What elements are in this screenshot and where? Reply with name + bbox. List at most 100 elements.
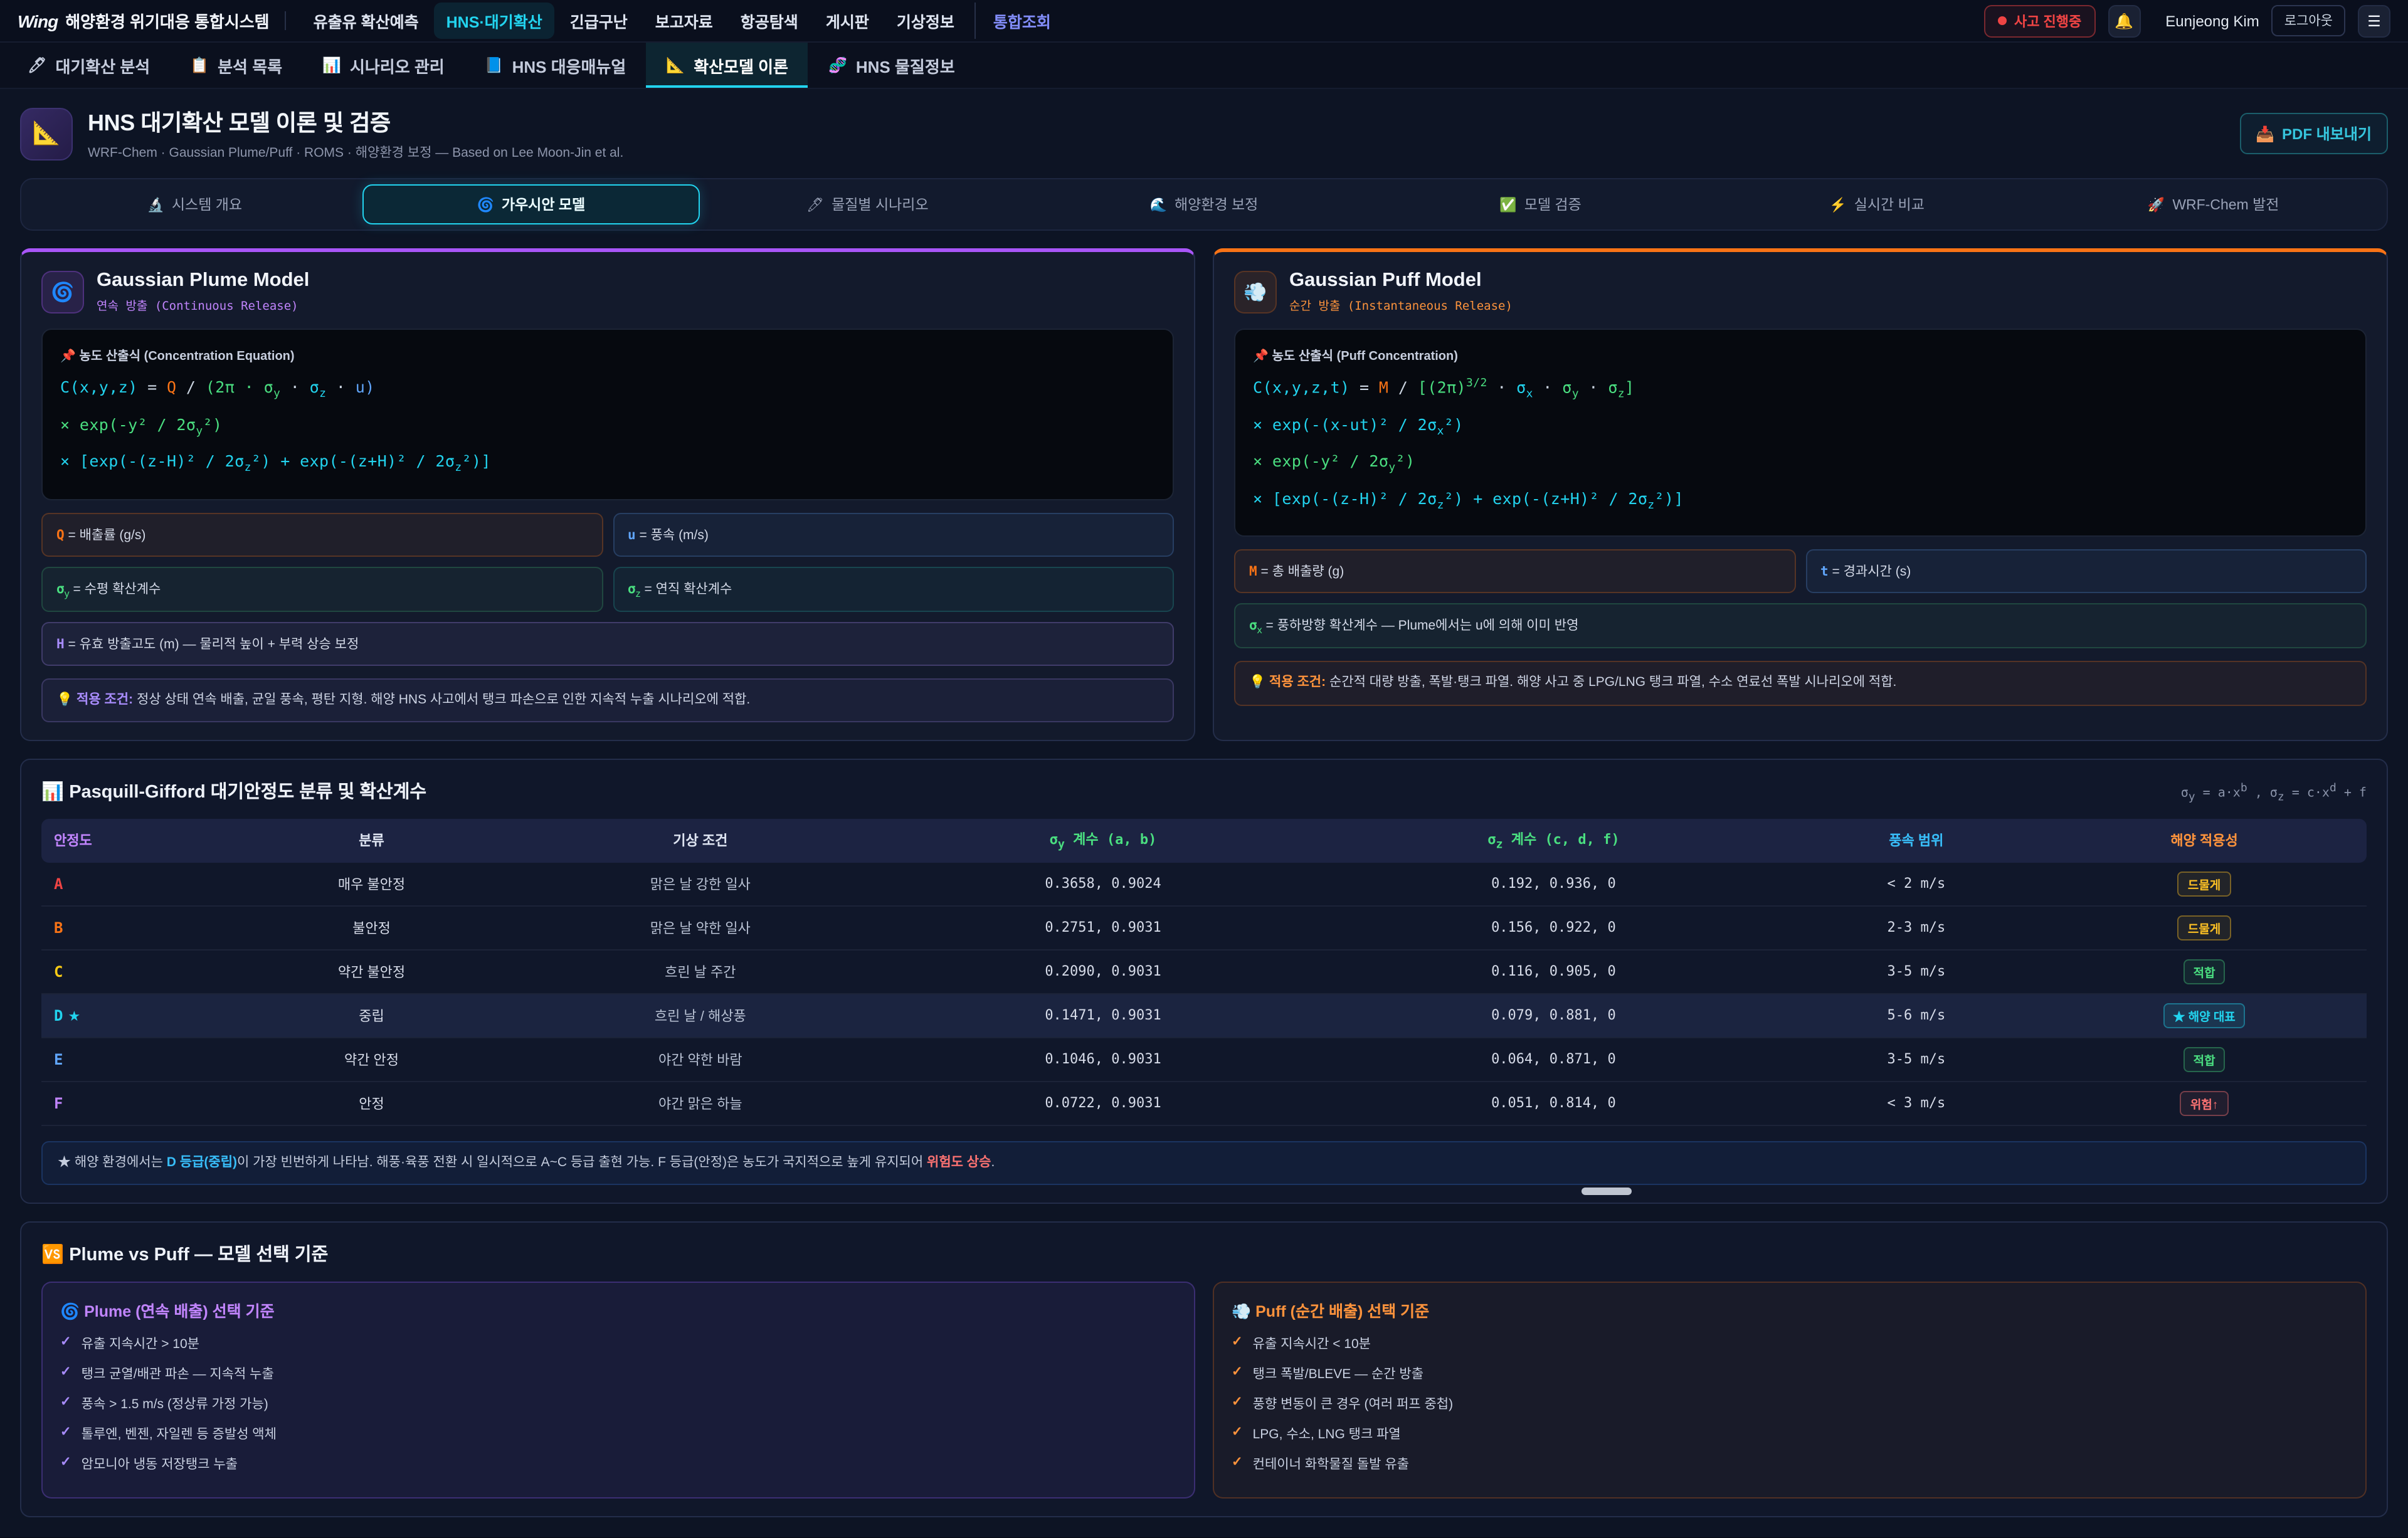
stability-class-cell: B: [41, 905, 232, 949]
nav-item-항공탐색[interactable]: 항공탐색: [728, 3, 811, 39]
section-tab-실시간 비교[interactable]: ⚡실시간 비교: [1709, 184, 2046, 224]
parameter-description: = 배출률 (g/s): [65, 527, 146, 542]
check-icon: ✓: [1232, 1365, 1243, 1384]
puff-titles: Gaussian Puff Model 순간 방출 (Instantaneous…: [1289, 270, 1513, 313]
stability-table-footnote: ★ 해양 환경에서는 D 등급(중립)이 가장 빈번하게 나타남. 해풍·육풍 …: [41, 1140, 2367, 1186]
plume-criteria-item: ✓암모니아 냉동 저장탱크 누출: [60, 1455, 1176, 1474]
section-tab-label: 물질별 시나리오: [832, 194, 929, 214]
logout-button[interactable]: 로그아웃: [2272, 5, 2345, 36]
text-segment: M: [1379, 377, 1388, 396]
subtab-icon: 📊: [322, 56, 341, 74]
plume-criteria-text: 탱크 균열/배관 파손 — 지속적 누출: [82, 1365, 274, 1384]
puff-param-M: M = 총 배출량 (g): [1234, 549, 1795, 593]
text-segment: σ: [264, 377, 273, 396]
pdf-export-button[interactable]: 📥 PDF 내보내기: [2239, 113, 2388, 154]
sigma-z-cell: 0.192, 0.936, 0: [1316, 862, 1790, 905]
text-segment: ]: [1625, 377, 1634, 396]
plume-criteria-title-text: Plume (연속 배출) 선택 기준: [84, 1304, 274, 1321]
section-tab-WRF-Chem 발전[interactable]: 🚀WRF-Chem 발전: [2045, 184, 2382, 224]
text-segment: × [exp(-(z-H)² / 2σ: [60, 451, 245, 470]
nav-item-보고자료[interactable]: 보고자료: [643, 3, 726, 39]
notifications-button[interactable]: 🔔: [2108, 4, 2140, 37]
sigma-formula-note: σy = a·xb , σz = c·xd + f: [2181, 782, 2367, 804]
puff-criteria-text: LPG, 수소, LNG 탱크 파열: [1253, 1425, 1401, 1444]
weather-cell: 야간 약한 바람: [511, 1037, 890, 1081]
text-segment: σ: [2181, 787, 2189, 801]
subtab-icon: 🧬: [828, 56, 847, 74]
marine-applicability-cell: ★ 해양 대표: [2042, 993, 2367, 1037]
incident-badge-label: 사고 진행중: [2014, 11, 2081, 31]
subtab-확산모델 이론[interactable]: 📐확산모델 이론: [646, 43, 808, 88]
puff-equation-block: 📌 농도 산출식 (Puff Concentration) C(x,y,z,t)…: [1234, 329, 2367, 537]
nav-item-긴급구난[interactable]: 긴급구난: [557, 3, 640, 39]
puff-icon-glyph: 💨: [1244, 280, 1267, 303]
puff-note-label: 적용 조건:: [1269, 675, 1326, 690]
marine-applicability-cell: 드물게: [2042, 905, 2367, 949]
app-root: Wing 해양환경 위기대응 통합시스템 유출유 확산예측HNS·대기확산긴급구…: [0, 0, 2408, 1196]
weather-cell: 흐린 날 / 해상풍: [511, 993, 890, 1037]
parameter-symbol: M: [1249, 564, 1257, 579]
pasquill-title-text: Pasquill-Gifford 대기안정도 분류 및 확산계수: [69, 783, 426, 803]
page-header-icon: 📐: [20, 107, 73, 160]
puff-criteria-item: ✓유출 지속시간 < 10분: [1232, 1335, 2348, 1354]
plume-panel-header: 🌀 Gaussian Plume Model 연속 방출 (Continuous…: [41, 270, 1174, 313]
plume-icon-glyph: 🌀: [51, 280, 74, 303]
section-tab-해양환경 보정[interactable]: 🌊해양환경 보정: [1036, 184, 1373, 224]
plume-criteria-text: 풍속 > 1.5 m/s (정상류 가정 가능): [82, 1395, 268, 1414]
gaussian-plume-panel: 🌀 Gaussian Plume Model 연속 방출 (Continuous…: [20, 248, 1195, 742]
text-segment: × exp(-(x-ut)² / 2σ: [1253, 414, 1437, 433]
plume-note-label: 적용 조건:: [77, 692, 133, 707]
incident-status-badge[interactable]: 사고 진행중: [1984, 4, 2095, 37]
puff-equation-label-text: 농도 산출식 (Puff Concentration): [1272, 350, 1457, 364]
puff-icon: 💨: [1232, 1304, 1251, 1321]
subtab-시나리오 관리[interactable]: 📊시나리오 관리: [302, 43, 465, 88]
nav-item-integrated-search[interactable]: 통합조회: [974, 3, 1064, 39]
nav-item-기상정보[interactable]: 기상정보: [884, 3, 967, 39]
sub-tab-bar: 🖊대기확산 분석📋분석 목록📊시나리오 관리📘HNS 대응매뉴얼📐확산모델 이론…: [0, 43, 2408, 89]
subtab-HNS 대응매뉴얼[interactable]: 📘HNS 대응매뉴얼: [465, 43, 647, 88]
nav-item-유출유 확산예측[interactable]: 유출유 확산예측: [301, 3, 431, 39]
section-tab-모델 검증[interactable]: ✅모델 검증: [1372, 184, 1709, 224]
puff-criteria-title: 💨 Puff (순간 배출) 선택 기준: [1232, 1298, 2348, 1322]
sigma-z-cell: 0.051, 0.814, 0: [1316, 1081, 1790, 1125]
puff-criteria-item: ✓탱크 폭발/BLEVE — 순간 방출: [1232, 1365, 2348, 1384]
subtab-HNS 물질정보[interactable]: 🧬HNS 물질정보: [808, 43, 975, 88]
main-content: 📐 HNS 대기확산 모델 이론 및 검증 WRF-Chem · Gaussia…: [0, 89, 2408, 1538]
nav-item-HNS·대기확산[interactable]: HNS·대기확산: [434, 3, 555, 39]
plume-titles: Gaussian Plume Model 연속 방출 (Continuous R…: [97, 270, 309, 313]
selection-columns: 🌀 Plume (연속 배출) 선택 기준 ✓유출 지속시간 > 10분✓탱크 …: [41, 1282, 2367, 1499]
horizontal-scrollbar-thumb[interactable]: [1582, 1188, 1632, 1195]
bell-icon: 🔔: [2115, 12, 2133, 29]
text-segment: y: [1388, 462, 1395, 475]
menu-button[interactable]: ☰: [2358, 4, 2390, 37]
parameter-description: = 풍하방향 확산계수 — Plume에서는 u에 의해 이미 반영: [1262, 618, 1579, 633]
text-segment: 위험도 상승: [927, 1154, 991, 1169]
text-segment: y: [2189, 792, 2195, 804]
text-segment: y: [1058, 838, 1065, 852]
star-icon: ★: [68, 1009, 80, 1024]
text-segment: z: [455, 462, 462, 475]
puff-equation-line-2: × exp(-(x-ut)² / 2σx²): [1253, 414, 2348, 438]
plume-criteria-card: 🌀 Plume (연속 배출) 선택 기준 ✓유출 지속시간 > 10분✓탱크 …: [41, 1282, 1195, 1499]
user-name: Eunjeong Kim: [2165, 12, 2259, 29]
wind-range-cell: 3-5 m/s: [1791, 1037, 2042, 1081]
app-logo[interactable]: Wing 해양환경 위기대응 통합시스템: [18, 9, 270, 33]
sigma-y-cell: 0.1471, 0.9031: [890, 993, 1317, 1037]
column-header-3: 기상 조건: [511, 819, 890, 862]
parameter-description: = 풍속 (m/s): [636, 527, 709, 542]
nav-item-게시판[interactable]: 게시판: [813, 3, 882, 39]
text-segment: 계수 (a, b): [1065, 832, 1156, 848]
subtab-대기확산 분석[interactable]: 🖊대기확산 분석: [8, 43, 170, 88]
section-tab-물질별 시나리오[interactable]: 🖊물질별 시나리오: [699, 184, 1036, 224]
status-dot-icon: [1998, 16, 2007, 25]
text-segment: ★ 해양 환경에서는: [58, 1154, 167, 1169]
section-tab-가우시안 모델[interactable]: 🌀가우시안 모델: [363, 184, 700, 224]
subtab-분석 목록[interactable]: 📋분석 목록: [170, 43, 302, 88]
text-segment: C(x,y,z,t): [1253, 377, 1350, 396]
section-tab-시스템 개요[interactable]: 🔬시스템 개요: [26, 184, 363, 224]
puff-param-σx: σx = 풍하방향 확산계수 — Plume에서는 u에 의해 이미 반영: [1234, 603, 2367, 648]
plume-param-Q: Q = 배출률 (g/s): [41, 512, 603, 556]
bulb-icon: 💡: [1249, 675, 1265, 690]
puff-equation-line-3: × exp(-y² / 2σy²): [1253, 451, 2348, 475]
text-segment: ²) + exp(-(z+H)² / 2σ: [251, 451, 455, 470]
